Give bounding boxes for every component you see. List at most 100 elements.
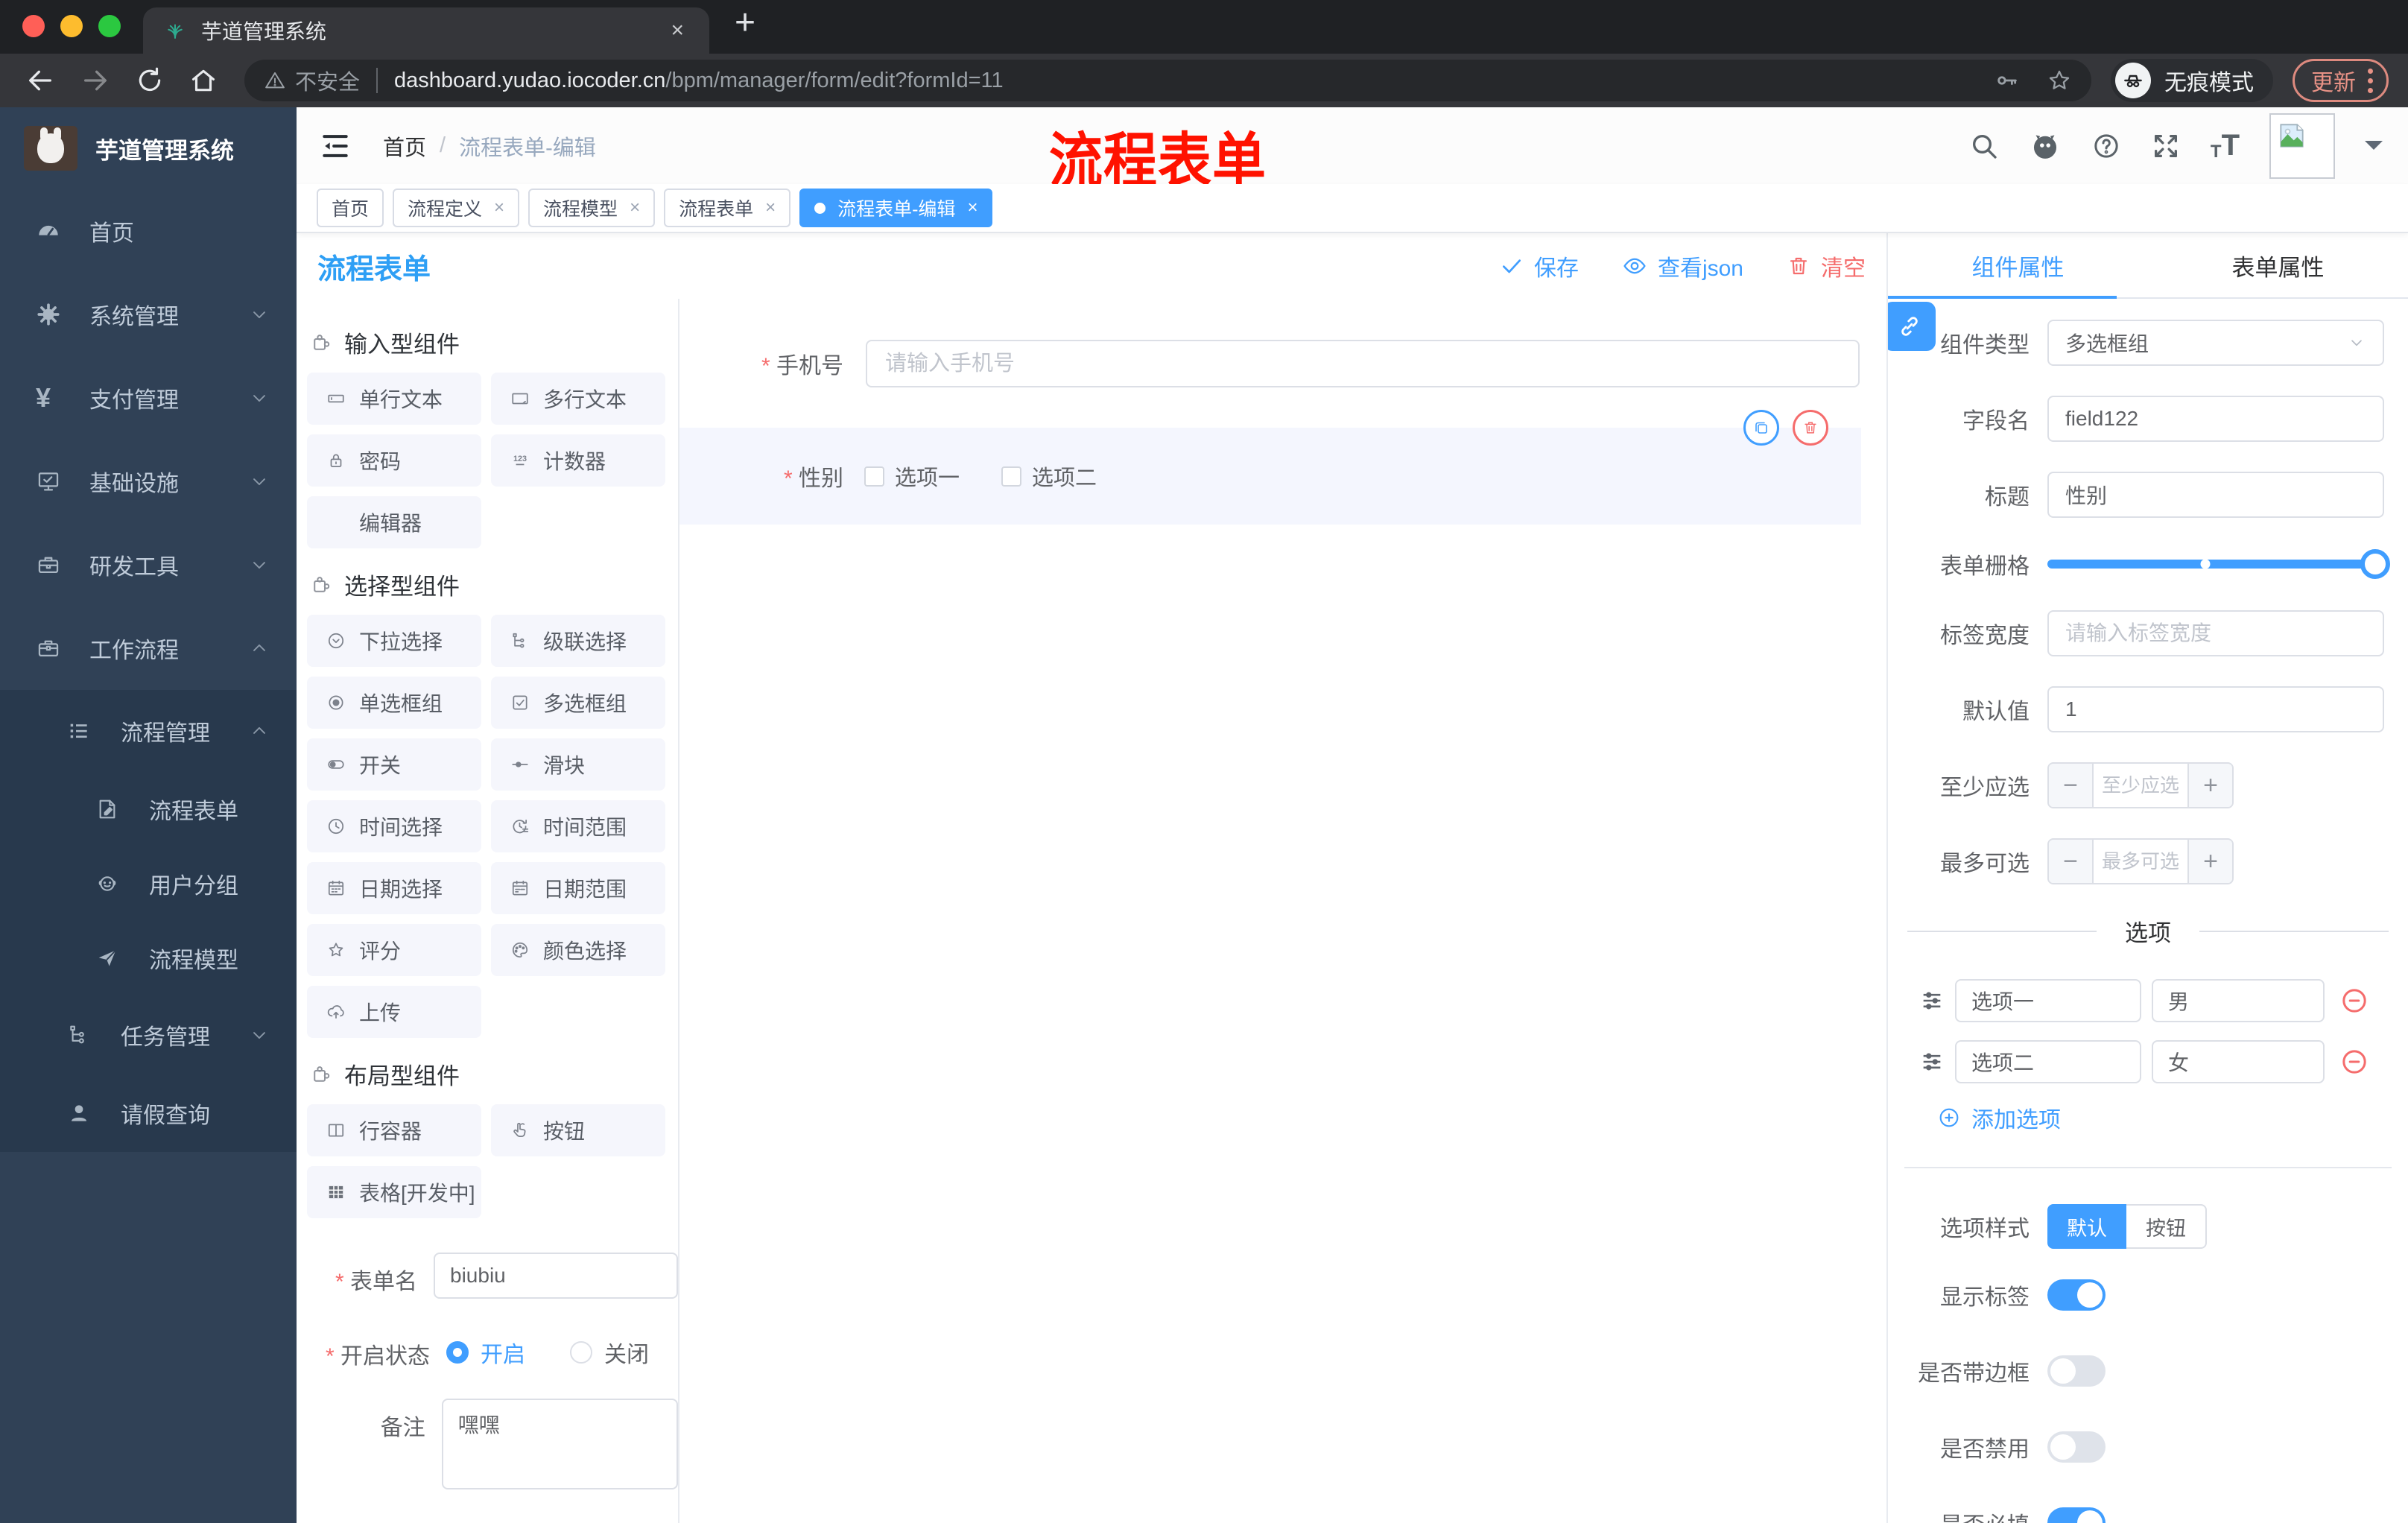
tab-form-props[interactable]: 表单属性 bbox=[2148, 233, 2408, 297]
plus-button[interactable]: + bbox=[2187, 840, 2232, 883]
component-type-select[interactable]: 多选框组 bbox=[2047, 320, 2384, 366]
add-option-button[interactable]: 添加选项 bbox=[1888, 1101, 2408, 1134]
component-time-picker[interactable]: 时间选择 bbox=[307, 800, 481, 852]
close-window-button[interactable] bbox=[22, 15, 45, 37]
form-remark-textarea[interactable]: 嘿嘿 bbox=[441, 1399, 678, 1489]
radio-on[interactable] bbox=[446, 1341, 469, 1364]
tag-process-definition[interactable]: 流程定义 × bbox=[393, 189, 520, 227]
tag-close-icon[interactable]: × bbox=[630, 197, 640, 218]
reload-icon[interactable] bbox=[136, 66, 164, 95]
canvas-gender-field-selected[interactable]: 性别 选项一 选项二 bbox=[679, 410, 1861, 525]
tab-close-icon[interactable]: × bbox=[666, 18, 688, 43]
slider-track[interactable] bbox=[2047, 549, 2390, 579]
sidebar-item-payment[interactable]: ¥ 支付管理 bbox=[0, 356, 297, 440]
component-color-picker[interactable]: 颜色选择 bbox=[491, 924, 665, 976]
component-radio-group[interactable]: 单选框组 bbox=[307, 677, 481, 729]
tag-close-icon[interactable]: × bbox=[967, 197, 978, 218]
form-canvas[interactable]: 手机号 性别 选项一 选项二 bbox=[679, 299, 1886, 1523]
maximize-window-button[interactable] bbox=[98, 15, 121, 37]
remove-option-button[interactable] bbox=[2339, 986, 2369, 1016]
search-icon[interactable] bbox=[1969, 131, 1999, 161]
key-icon[interactable] bbox=[1994, 68, 2020, 93]
component-password[interactable]: 密码 bbox=[307, 434, 481, 487]
minus-button[interactable]: − bbox=[2049, 840, 2094, 883]
component-checkbox-group[interactable]: 多选框组 bbox=[491, 677, 665, 729]
sidebar-item-devtools[interactable]: 研发工具 bbox=[0, 523, 297, 607]
font-size-icon[interactable]: TT bbox=[2211, 129, 2240, 162]
tag-close-icon[interactable]: × bbox=[494, 197, 504, 218]
fullscreen-icon[interactable] bbox=[2151, 131, 2181, 161]
avatar[interactable] bbox=[2269, 113, 2335, 179]
component-table[interactable]: 表格[开发中] bbox=[307, 1166, 481, 1218]
radio-off-label[interactable]: 关闭 bbox=[604, 1336, 649, 1369]
default-value-input[interactable] bbox=[2047, 686, 2384, 732]
sidebar-item-process-form[interactable]: 流程表单 bbox=[0, 772, 297, 846]
title-input[interactable] bbox=[2047, 472, 2384, 518]
component-rate[interactable]: 评分 bbox=[307, 924, 481, 976]
clear-button[interactable]: 清空 bbox=[1787, 250, 1866, 282]
component-date-picker[interactable]: 日期选择 bbox=[307, 862, 481, 914]
canvas-phone-field[interactable]: 手机号 bbox=[679, 340, 1886, 387]
style-default-button[interactable]: 默认 bbox=[2047, 1204, 2126, 1249]
gender-option-1-label[interactable]: 选项一 bbox=[895, 460, 960, 492]
view-json-button[interactable]: 查看json bbox=[1622, 250, 1743, 282]
radio-off[interactable] bbox=[570, 1341, 592, 1364]
form-name-input[interactable] bbox=[434, 1253, 678, 1299]
drag-handle-icon[interactable] bbox=[1919, 1049, 1945, 1074]
remove-option-button[interactable] bbox=[2339, 1047, 2369, 1077]
component-button[interactable]: 按钮 bbox=[491, 1104, 665, 1156]
phone-input[interactable] bbox=[866, 340, 1860, 387]
radio-on-label[interactable]: 开启 bbox=[481, 1336, 525, 1369]
sidebar-item-process-mgmt[interactable]: 流程管理 bbox=[0, 690, 297, 772]
component-multi-text[interactable]: 多行文本 bbox=[491, 373, 665, 425]
component-upload[interactable]: 上传 bbox=[307, 986, 481, 1038]
option-1-value-input[interactable] bbox=[2152, 979, 2325, 1022]
option-1-label-input[interactable] bbox=[1955, 979, 2141, 1022]
style-button-button[interactable]: 按钮 bbox=[2126, 1204, 2207, 1249]
not-secure-warning-icon[interactable]: 不安全 bbox=[264, 65, 360, 96]
help-icon[interactable] bbox=[2091, 131, 2121, 161]
gender-option-2-label[interactable]: 选项二 bbox=[1032, 460, 1097, 492]
sidebar-item-infra[interactable]: 基础设施 bbox=[0, 440, 297, 523]
option-2-label-input[interactable] bbox=[1955, 1040, 2141, 1083]
tag-process-form[interactable]: 流程表单 × bbox=[664, 189, 791, 227]
component-slider[interactable]: 滑块 bbox=[491, 738, 665, 791]
min-select-input[interactable] bbox=[2094, 764, 2187, 807]
browser-menu-icon[interactable] bbox=[2368, 68, 2373, 93]
sidebar-item-workflow[interactable]: 工作流程 bbox=[0, 607, 297, 690]
tag-close-icon[interactable]: × bbox=[765, 197, 776, 218]
tag-process-model[interactable]: 流程模型 × bbox=[528, 189, 656, 227]
sidebar-item-home[interactable]: 首页 bbox=[0, 189, 297, 273]
disabled-toggle[interactable] bbox=[2047, 1431, 2106, 1463]
tag-process-form-edit[interactable]: 流程表单-编辑 × bbox=[799, 189, 993, 227]
gender-checkbox-1[interactable] bbox=[864, 466, 884, 487]
sidebar-item-task-mgmt[interactable]: 任务管理 bbox=[0, 995, 297, 1074]
component-dropdown[interactable]: 下拉选择 bbox=[307, 615, 481, 667]
window-controls[interactable] bbox=[0, 15, 143, 54]
breadcrumb-home[interactable]: 首页 bbox=[383, 130, 426, 162]
data-binding-link-button[interactable] bbox=[1888, 302, 1936, 351]
gender-checkbox-2[interactable] bbox=[1001, 466, 1022, 487]
github-icon[interactable] bbox=[2029, 130, 2062, 162]
save-button[interactable]: 保存 bbox=[1500, 250, 1579, 282]
browser-update-button[interactable]: 更新 bbox=[2293, 59, 2389, 102]
delete-component-button[interactable] bbox=[1793, 410, 1828, 446]
duplicate-component-button[interactable] bbox=[1743, 410, 1779, 446]
sidebar-item-system[interactable]: 系统管理 bbox=[0, 273, 297, 356]
back-icon[interactable] bbox=[25, 66, 55, 95]
minus-button[interactable]: − bbox=[2049, 764, 2094, 807]
new-tab-button[interactable]: + bbox=[735, 2, 755, 43]
component-row-container[interactable]: 行容器 bbox=[307, 1104, 481, 1156]
tab-component-props[interactable]: 组件属性 bbox=[1888, 233, 2148, 297]
label-width-input[interactable] bbox=[2047, 610, 2384, 656]
slider-handle[interactable] bbox=[2360, 549, 2390, 579]
form-grid-slider[interactable] bbox=[2047, 549, 2390, 579]
home-icon[interactable] bbox=[189, 66, 218, 95]
address-bar[interactable]: 不安全 dashboard.yudao.iocoder.cn /bpm/mana… bbox=[244, 60, 2091, 101]
component-time-range[interactable]: 时间范围 bbox=[491, 800, 665, 852]
minimize-window-button[interactable] bbox=[60, 15, 83, 37]
max-select-input[interactable] bbox=[2094, 840, 2187, 883]
drag-handle-icon[interactable] bbox=[1919, 988, 1945, 1013]
forward-icon[interactable] bbox=[80, 66, 110, 95]
sidebar-item-leave-query[interactable]: 请假查询 bbox=[0, 1074, 297, 1152]
